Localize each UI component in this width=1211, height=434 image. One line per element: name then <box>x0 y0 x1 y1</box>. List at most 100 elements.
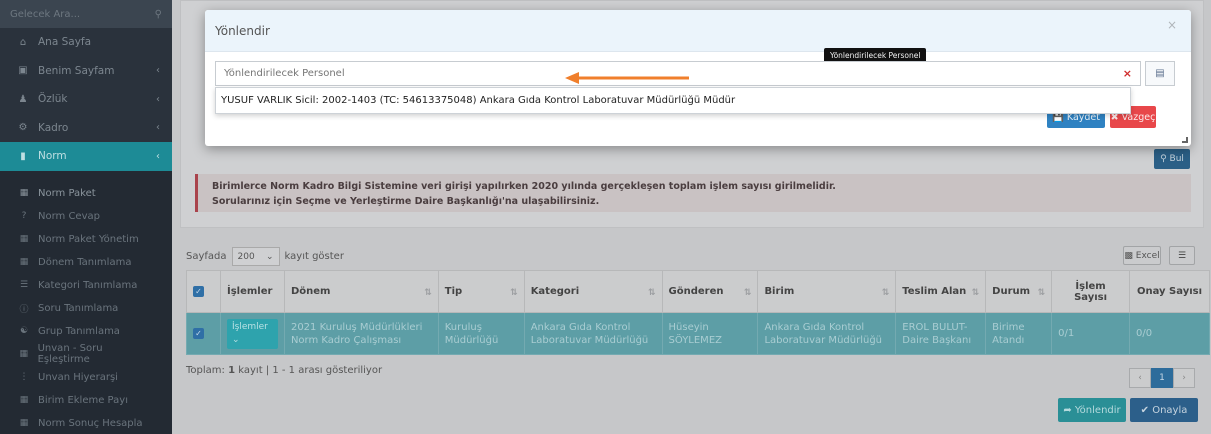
approve-button[interactable]: ✔ Onayla <box>1130 398 1198 422</box>
table-row[interactable]: ✓ İşlemler ⌄ 2021 Kuruluş Müdürlükleri N… <box>186 312 1210 355</box>
page-current-button[interactable]: 1 <box>1151 368 1173 388</box>
question-circle-icon: ⓘ <box>19 304 29 315</box>
checkbox-icon[interactable]: ✓ <box>193 328 204 339</box>
approve-label: Onayla <box>1152 404 1188 416</box>
sidebar-subitem-kategori[interactable]: ☰ Kategori Tanımlama <box>0 273 172 297</box>
column-header[interactable]: Tip ⇅ <box>437 270 525 313</box>
calculator-icon: ▦ <box>19 418 29 428</box>
subitem-label: Soru Tanımlama <box>38 302 119 314</box>
sidebar-subitem-grup[interactable]: ☯ Grup Tanımlama <box>0 319 172 343</box>
redirect-button[interactable]: ➦ Yönlendir <box>1058 398 1126 422</box>
sidebar-item-label: Benim Sayfam <box>38 64 115 77</box>
cell-durum: Birime Atandı <box>985 312 1053 355</box>
column-header-label: Tip <box>444 286 463 297</box>
cell-islem-sayisi: 0/1 <box>1051 312 1131 355</box>
page-length-control: Sayfada 200 ⌄ kayıt göster <box>186 247 344 266</box>
footer-rest: kayıt | 1 - 1 arası gösteriliyor <box>238 365 383 376</box>
excel-icon: ▩ <box>1124 250 1133 261</box>
excel-button[interactable]: ▩ Excel <box>1123 246 1161 265</box>
columns-icon: ☰ <box>1177 250 1187 261</box>
search-button[interactable]: ⚲ Bul <box>1154 149 1190 169</box>
page-prev-button[interactable]: ‹ <box>1129 368 1151 388</box>
column-header[interactable]: Kategori ⇅ <box>523 270 663 313</box>
column-header-label: Kategori <box>530 286 580 297</box>
user-icon: ♟ <box>18 93 28 105</box>
sidebar-subitem-norm-sonuc[interactable]: ▦ Norm Sonuç Hesapla <box>0 411 172 434</box>
column-header[interactable]: İşlemler <box>219 270 285 313</box>
column-header[interactable]: Dönem ⇅ <box>283 270 439 313</box>
length-suffix: kayıt göster <box>284 251 344 262</box>
column-header[interactable]: Teslim Alan ⇅ <box>895 270 987 313</box>
sidebar-search-placeholder: Gelecek Ara... <box>10 8 81 20</box>
sidebar-subitem-soru[interactable]: ⓘ Soru Tanımlama <box>0 296 172 320</box>
modal-header: Yönlendir × <box>205 10 1191 52</box>
clear-icon[interactable]: × <box>1123 67 1132 80</box>
sidebar-item-benim-sayfam[interactable]: ▣ Benim Sayfam ‹ <box>0 57 172 86</box>
subitem-label: Kategori Tanımlama <box>38 279 138 291</box>
sidebar-subitem-birim-ekleme[interactable]: ▦ Birim Ekleme Payı <box>0 388 172 412</box>
column-header[interactable]: Durum ⇅ <box>985 270 1053 313</box>
footer-count: 1 <box>228 365 236 376</box>
sidebar-subitem-unvan-hiyerarsi[interactable]: ⋮ Unvan Hiyerarşi <box>0 365 172 389</box>
column-header[interactable]: İşlem Sayısı <box>1051 270 1131 313</box>
arrow-annotation-icon <box>565 72 689 84</box>
sidebar-item-norm[interactable]: ▮ Norm ‹ <box>0 142 172 171</box>
chevron-left-icon: ‹ <box>156 65 160 77</box>
data-table: ✓ İşlemler Dönem ⇅ Tip ⇅ Kategori ⇅ Göndere… <box>186 270 1210 355</box>
cell-teslim-alan: EROL BULUT-Daire Başkanı <box>895 312 987 355</box>
sidebar-item-ozluk[interactable]: ♟ Özlük ‹ <box>0 85 172 114</box>
page-icon: ▣ <box>18 65 28 77</box>
redirect-modal: Yönlendir × Yönlendirilecek Personel × ▤… <box>205 10 1191 146</box>
sidebar-item-kadro[interactable]: ⚙ Kadro ‹ <box>0 114 172 143</box>
length-prefix: Sayfada <box>186 251 227 262</box>
close-icon[interactable]: × <box>1167 18 1177 32</box>
question-icon: ? <box>21 211 27 221</box>
resize-handle-icon[interactable] <box>1182 137 1188 143</box>
page-length-select[interactable]: 200 ⌄ <box>231 247 280 266</box>
search-icon[interactable]: ⚲ <box>155 9 162 20</box>
row-select-cell[interactable]: ✓ <box>186 312 221 355</box>
cell-tip: Kuruluş Müdürlüğü <box>437 312 525 355</box>
column-header-label: Dönem <box>290 286 331 297</box>
subitem-label: Birim Ekleme Payı <box>38 394 128 406</box>
subitem-label: Norm Sonuç Hesapla <box>38 417 143 429</box>
personnel-list-button[interactable]: ▤ <box>1145 61 1175 86</box>
row-actions-button[interactable]: İşlemler ⌄ <box>226 318 278 349</box>
personnel-dropdown-option[interactable]: YUSUF VARLIK Sicil: 2002-1403 (TC: 54613… <box>215 87 1131 114</box>
sidebar-subitem-norm-paket[interactable]: ▦ Norm Paket <box>0 181 172 205</box>
sort-icon: ⇅ <box>647 288 656 298</box>
row-actions-cell: İşlemler ⌄ <box>219 312 285 355</box>
column-header[interactable]: Gönderen ⇅ <box>661 270 759 313</box>
submenu-spacer <box>0 170 172 182</box>
subitem-label: Unvan Hiyerarşi <box>38 371 118 383</box>
column-header[interactable]: Birim ⇅ <box>757 270 897 313</box>
excel-label: Excel <box>1135 250 1160 261</box>
cell-onay-sayisi: 0/0 <box>1129 312 1210 355</box>
sidebar-search[interactable]: Gelecek Ara... ⚲ <box>0 0 172 28</box>
checkbox-icon[interactable]: ✓ <box>193 286 204 297</box>
column-header[interactable]: Onay Sayısı <box>1129 270 1210 313</box>
table-header-row: ✓ İşlemler Dönem ⇅ Tip ⇅ Kategori ⇅ Göndere… <box>186 270 1210 313</box>
redirect-label: Yönlendir <box>1074 404 1121 416</box>
cell-gonderen: Hüseyin SÖYLEMEZ <box>661 312 759 355</box>
sidebar-subitem-donem[interactable]: ▦ Dönem Tanımlama <box>0 250 172 274</box>
sort-icon: ⇅ <box>743 288 752 298</box>
select-all-header[interactable]: ✓ <box>186 270 221 313</box>
page-next-button[interactable]: › <box>1173 368 1195 388</box>
chevron-left-icon: ‹ <box>156 93 160 105</box>
sidebar-subitem-unvan-soru[interactable]: ▦ Unvan - Soru Eşleştirme <box>0 342 172 366</box>
chevron-left-icon: ‹ <box>156 122 160 134</box>
table-icon: ▦ <box>19 234 29 244</box>
subitem-label: Norm Paket Yönetim <box>38 233 139 245</box>
sidebar-item-label: Özlük <box>38 93 68 106</box>
sidebar-subitem-norm-cevap[interactable]: ? Norm Cevap <box>0 204 172 228</box>
share-icon: ➦ <box>1063 404 1072 416</box>
sort-icon: ⇅ <box>881 288 890 298</box>
list-icon: ☰ <box>19 280 29 290</box>
subitem-label: Norm Paket <box>38 187 96 199</box>
sidebar-item-ana-sayfa[interactable]: ⌂ Ana Sayfa <box>0 28 172 57</box>
column-header-label: Durum <box>992 286 1031 297</box>
sidebar-subitem-norm-paket-yonetim[interactable]: ▦ Norm Paket Yönetim <box>0 227 172 251</box>
column-toggle-button[interactable]: ☰ <box>1169 246 1195 265</box>
home-icon: ⌂ <box>19 36 27 48</box>
